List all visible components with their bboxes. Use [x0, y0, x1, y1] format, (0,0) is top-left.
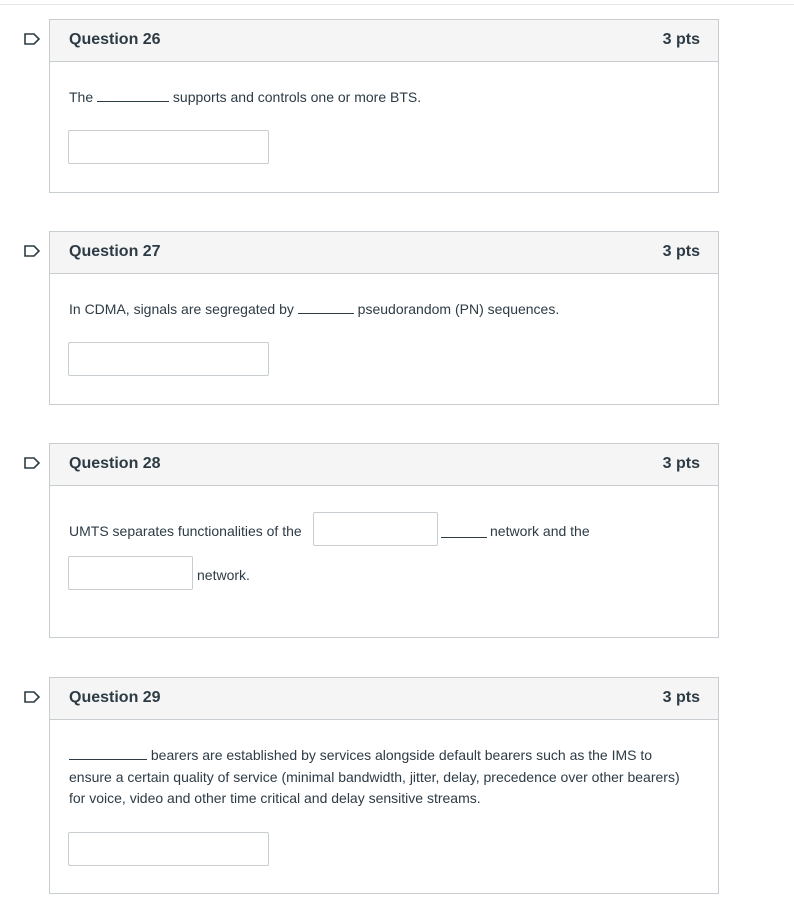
question-title: Question 27 — [69, 243, 161, 260]
answer-input-28b[interactable] — [68, 556, 193, 590]
question-29-line-1: bearers are established by services alon… — [69, 745, 709, 767]
blank-line — [69, 746, 147, 760]
question-title: Question 28 — [69, 455, 161, 472]
question-29-line-2: ensure a certain quality of service (min… — [69, 768, 680, 785]
question-26-header: Question 26 3 pts — [50, 20, 718, 62]
question-points: 3 pts — [662, 31, 700, 48]
question-28-header: Question 28 3 pts — [50, 444, 718, 486]
blank-line — [441, 524, 487, 538]
question-28-text-mid: network and the — [490, 523, 590, 539]
flag-question-29-icon[interactable] — [24, 691, 40, 703]
question-28-text-after: network. — [197, 567, 250, 583]
blank-line — [97, 88, 170, 102]
blank-line — [297, 300, 354, 314]
answer-input-28a[interactable] — [313, 512, 438, 546]
answer-input-29[interactable] — [68, 832, 269, 866]
flag-question-27-icon[interactable] — [24, 245, 40, 257]
question-26-text: The supports and controls one or more BT… — [69, 88, 422, 105]
question-title: Question 29 — [69, 689, 161, 706]
question-27-header: Question 27 3 pts — [50, 232, 718, 274]
question-28-card: Question 28 3 pts UMTS separates functio… — [49, 443, 719, 638]
question-title: Question 26 — [69, 31, 161, 48]
question-28-text-before: UMTS separates functionalities of the — [69, 523, 302, 539]
top-divider — [0, 4, 794, 5]
question-29-text: bearers are established by services alon… — [69, 745, 709, 810]
question-27-text: In CDMA, signals are segregated by pseud… — [69, 300, 560, 317]
question-29-header: Question 29 3 pts — [50, 678, 718, 720]
question-26-card: Question 26 3 pts The supports and contr… — [49, 19, 719, 193]
question-29-line-3: for voice, video and other time critical… — [69, 790, 481, 806]
question-27-card: Question 27 3 pts In CDMA, signals are s… — [49, 231, 719, 405]
question-points: 3 pts — [662, 455, 700, 472]
answer-input-27[interactable] — [68, 342, 269, 376]
answer-input-26[interactable] — [68, 130, 269, 164]
question-points: 3 pts — [662, 689, 700, 706]
question-points: 3 pts — [662, 243, 700, 260]
flag-question-26-icon[interactable] — [24, 33, 40, 45]
question-29-card: Question 29 3 pts bearers are establishe… — [49, 677, 719, 894]
flag-question-28-icon[interactable] — [24, 457, 40, 469]
